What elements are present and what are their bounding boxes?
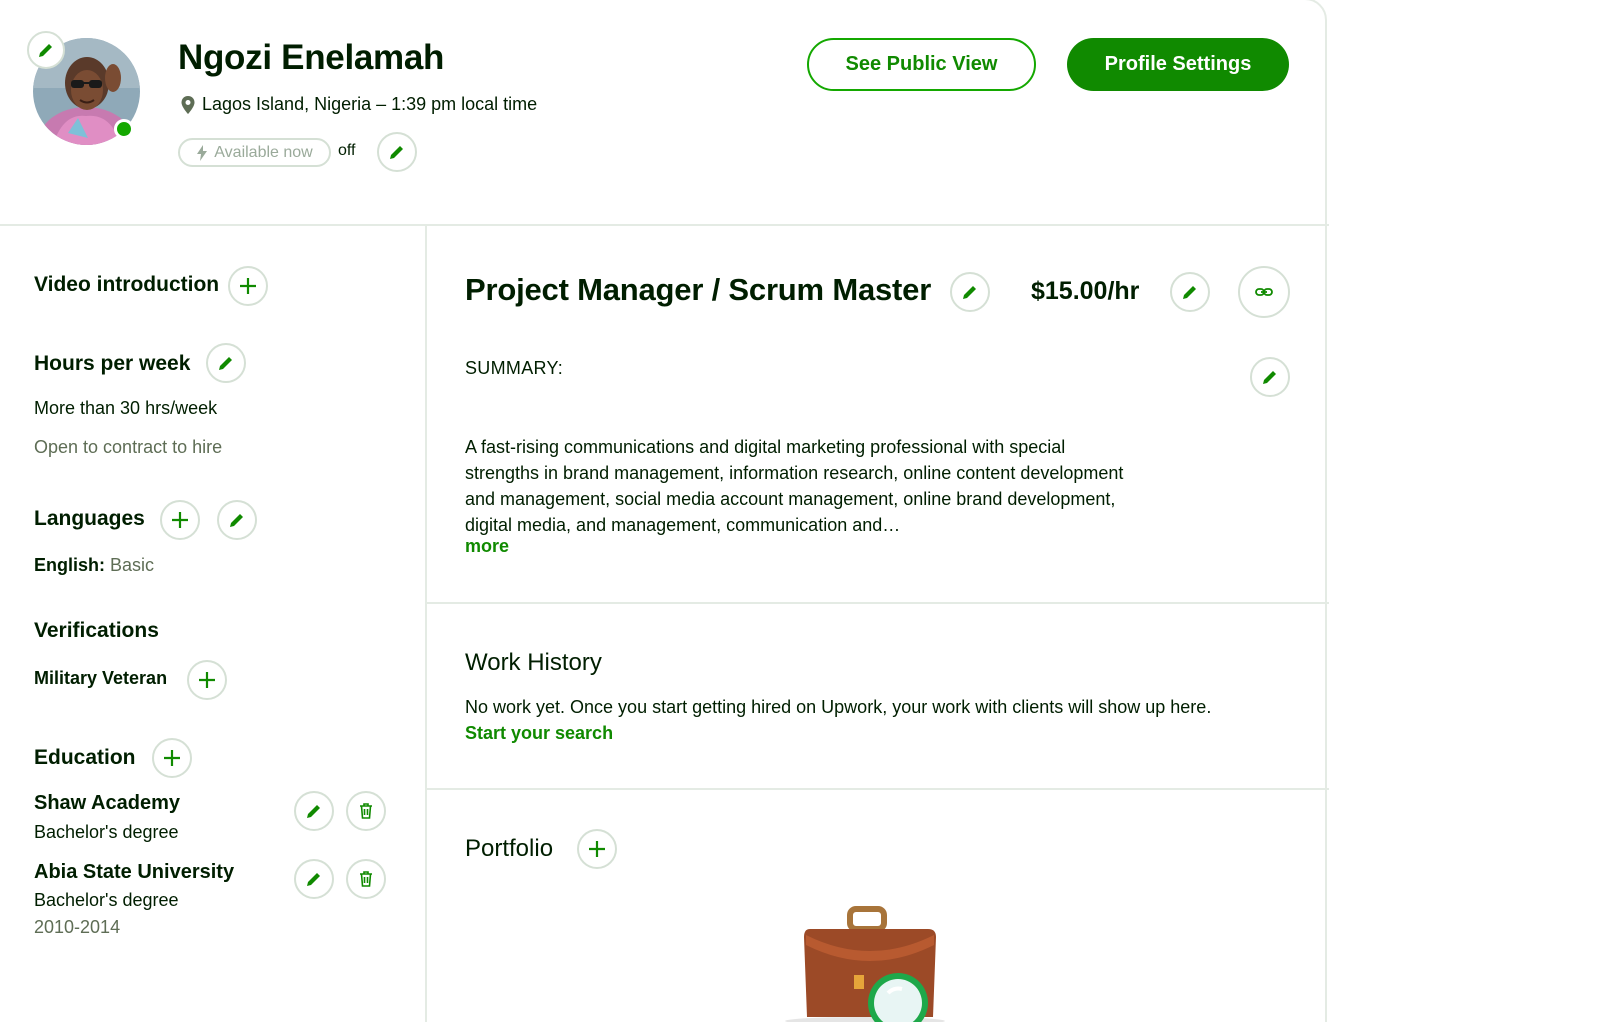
contract-to-hire-note: Open to contract to hire xyxy=(34,437,223,457)
add-video-button[interactable] xyxy=(228,266,268,306)
hours-value: More than 30 hrs/week xyxy=(34,398,218,418)
profile-name: Ngozi Enelamah xyxy=(178,38,445,77)
language-name: English: xyxy=(34,555,105,575)
add-portfolio-button[interactable] xyxy=(577,829,617,869)
plus-icon xyxy=(164,750,180,766)
online-status-indicator xyxy=(114,119,134,139)
edit-hours-button[interactable] xyxy=(206,343,246,383)
languages-title: Languages xyxy=(34,507,145,530)
plus-icon xyxy=(240,278,256,294)
pencil-icon xyxy=(230,514,243,527)
add-verification-button[interactable] xyxy=(187,660,227,700)
trash-icon xyxy=(360,871,372,887)
briefcase-icon xyxy=(785,906,945,1022)
header-divider xyxy=(0,224,1329,226)
profile-location: Lagos Island, Nigeria – 1:39 pm local ti… xyxy=(180,94,537,115)
edit-availability-button[interactable] xyxy=(377,132,417,172)
pencil-icon xyxy=(307,873,320,886)
location-text: Lagos Island, Nigeria – 1:39 pm local ti… xyxy=(202,94,538,114)
pencil-icon xyxy=(219,357,232,370)
edit-education-button[interactable] xyxy=(294,859,334,899)
edit-photo-button[interactable] xyxy=(27,31,65,69)
education-title: Education xyxy=(34,746,136,769)
plus-icon xyxy=(172,512,188,528)
portfolio-empty-illustration xyxy=(780,905,950,1022)
pencil-icon xyxy=(963,286,976,299)
edit-languages-button[interactable] xyxy=(217,500,257,540)
map-pin-icon xyxy=(181,95,195,114)
lightning-icon xyxy=(197,144,208,161)
trash-icon xyxy=(360,803,372,819)
delete-education-button[interactable] xyxy=(346,791,386,831)
section-divider xyxy=(427,602,1329,604)
language-entry: English: Basic xyxy=(34,555,154,576)
copy-profile-link-button[interactable] xyxy=(1238,266,1290,318)
profile-settings-button[interactable]: Profile Settings xyxy=(1067,38,1289,91)
profile-title: Project Manager / Scrum Master xyxy=(465,272,932,307)
add-language-button[interactable] xyxy=(160,500,200,540)
availability-toggle[interactable]: Available now xyxy=(178,138,331,167)
language-level: Basic xyxy=(110,555,155,575)
pencil-icon xyxy=(1183,286,1196,299)
hourly-rate: $15.00/hr xyxy=(1031,277,1140,305)
availability-label: Available now xyxy=(214,143,313,161)
link-icon xyxy=(1255,288,1273,296)
work-history-title: Work History xyxy=(465,649,602,676)
edit-summary-button[interactable] xyxy=(1250,357,1290,397)
edit-education-button[interactable] xyxy=(294,791,334,831)
pencil-icon xyxy=(307,805,320,818)
add-education-button[interactable] xyxy=(152,738,192,778)
see-public-view-button[interactable]: See Public View xyxy=(807,38,1036,91)
availability-state: off xyxy=(338,142,356,159)
verifications-title: Verifications xyxy=(34,619,159,642)
column-divider xyxy=(425,224,427,1022)
military-veteran-label: Military Veteran xyxy=(34,668,168,688)
video-introduction-title: Video introduction xyxy=(34,273,220,296)
pencil-icon xyxy=(39,44,52,57)
pencil-icon xyxy=(390,146,403,159)
hours-per-week-title: Hours per week xyxy=(34,352,191,375)
edit-rate-button[interactable] xyxy=(1170,272,1210,312)
education-school: Shaw Academy xyxy=(34,792,180,814)
education-years: 2010-2014 xyxy=(34,917,121,937)
portfolio-title: Portfolio xyxy=(465,835,554,862)
work-history-empty-text: No work yet. Once you start getting hire… xyxy=(465,697,1212,717)
pencil-icon xyxy=(1263,371,1276,384)
summary-label: SUMMARY: xyxy=(465,358,564,378)
section-divider xyxy=(427,788,1329,790)
summary-text: A fast-rising communications and digital… xyxy=(465,437,1124,535)
summary-more-link[interactable]: more xyxy=(465,536,509,557)
education-degree: Bachelor's degree xyxy=(34,822,179,842)
education-degree: Bachelor's degree xyxy=(34,890,179,910)
edit-title-button[interactable] xyxy=(950,272,990,312)
plus-icon xyxy=(199,672,215,688)
education-school: Abia State University xyxy=(34,861,235,883)
delete-education-button[interactable] xyxy=(346,859,386,899)
plus-icon xyxy=(589,841,605,857)
start-search-link[interactable]: Start your search xyxy=(465,723,613,744)
